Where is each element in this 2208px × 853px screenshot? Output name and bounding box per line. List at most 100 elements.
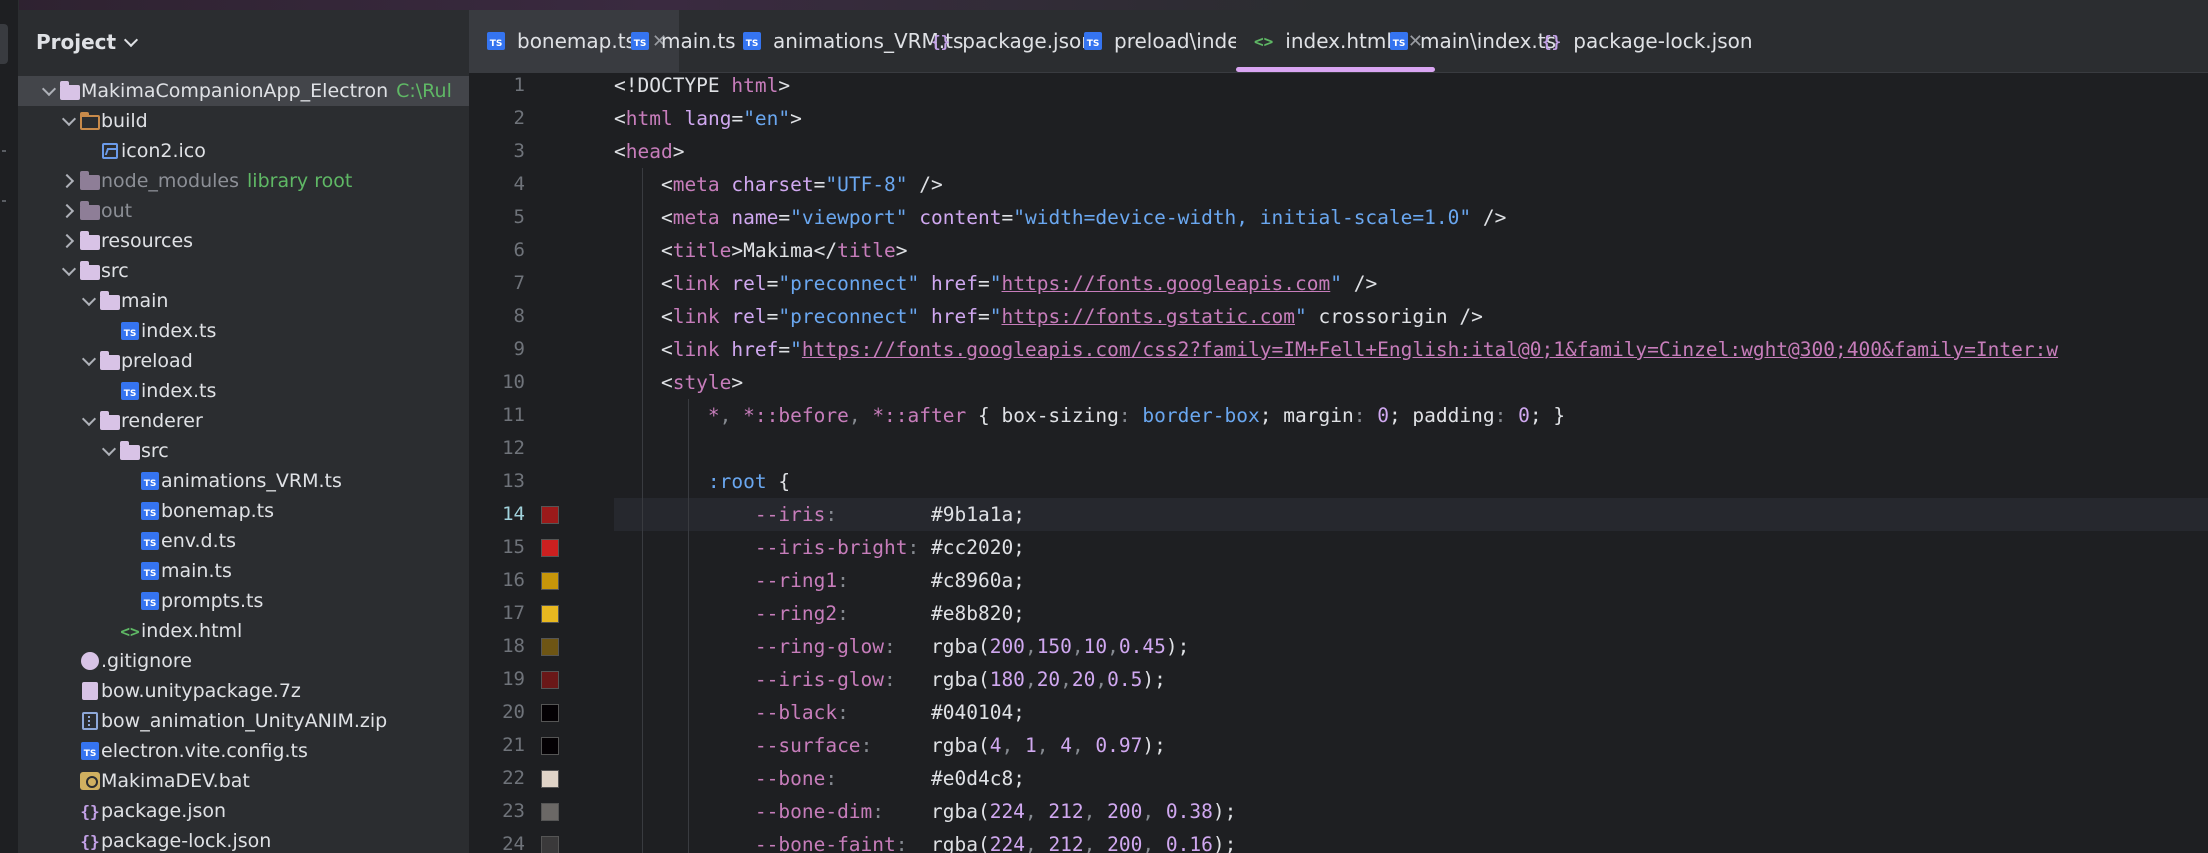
tree-item[interactable]: TS prompts.ts xyxy=(18,586,469,616)
code-line[interactable]: --ring-glow: rgba(200,150,10,0.45); xyxy=(614,630,2208,663)
tree-item[interactable]: {} package-lock.json xyxy=(18,826,469,853)
code-line[interactable]: <link rel="preconnect" href="https://fon… xyxy=(614,267,2208,300)
chevron-down-icon[interactable] xyxy=(100,442,118,460)
color-swatch[interactable] xyxy=(541,539,559,557)
code-line[interactable]: --iris-glow: rgba(180,20,20,0.5); xyxy=(614,663,2208,696)
chevron-down-icon[interactable] xyxy=(80,352,98,370)
tree-item[interactable]: build xyxy=(18,106,469,136)
code-line[interactable]: <!DOCTYPE html> xyxy=(614,73,2208,102)
code-area[interactable]: <!DOCTYPE html> <html lang="en"> <head> <m… xyxy=(614,73,2208,853)
typescript-file-icon: TS xyxy=(80,741,100,761)
tree-item[interactable]: TS env.d.ts xyxy=(18,526,469,556)
chevron-down-icon[interactable] xyxy=(80,292,98,310)
code-token: --bone xyxy=(754,767,826,790)
tree-item[interactable]: .gitignore xyxy=(18,646,469,676)
code-line[interactable]: --iris: #9b1a1a; xyxy=(614,498,2208,531)
code-token: --iris-bright xyxy=(754,536,908,559)
tree-item[interactable]: TS bonemap.ts xyxy=(18,496,469,526)
code-token: < xyxy=(614,338,673,361)
code-line[interactable]: --black: #040104; xyxy=(614,696,2208,729)
tree-item[interactable]: bow_animation_UnityANIM.zip xyxy=(18,706,469,736)
code-line[interactable]: --bone-dim: rgba(224, 212, 200, 0.38); xyxy=(614,795,2208,828)
chevron-right-icon[interactable] xyxy=(60,172,78,190)
code-token: < xyxy=(614,371,673,394)
window-top-strip xyxy=(0,0,2208,10)
gutter-line: 9 xyxy=(469,333,611,366)
code-token: rgba( xyxy=(931,833,990,853)
tree-item[interactable]: TS index.ts xyxy=(18,316,469,346)
code-line[interactable] xyxy=(614,432,2208,465)
tree-item[interactable]: {} package.json xyxy=(18,796,469,826)
chevron-down-icon[interactable] xyxy=(80,412,98,430)
tree-item[interactable]: MakimaDEV.bat xyxy=(18,766,469,796)
tree-item[interactable]: MakimaCompanionApp_Electron C:\Rul xyxy=(18,76,469,106)
tree-item[interactable]: main xyxy=(18,286,469,316)
code-line[interactable]: <link href="https://fonts.googleapis.com… xyxy=(614,333,2208,366)
code-line[interactable]: :root { xyxy=(614,465,2208,498)
tree-item[interactable]: src xyxy=(18,256,469,286)
editor-tab[interactable]: {} package-lock.json xyxy=(1524,10,1765,72)
chevron-down-icon[interactable] xyxy=(60,262,78,280)
color-swatch[interactable] xyxy=(541,704,559,722)
code-line[interactable]: --iris-bright: #cc2020; xyxy=(614,531,2208,564)
tree-item[interactable]: src xyxy=(18,436,469,466)
gutter-line: 21 xyxy=(469,729,611,762)
code-editor[interactable]: 1 2 3 4 5 6 7 8 9 10 11 12 13 14 15 16 17 18 19 20 21 22 23 24 … xyxy=(469,73,2208,853)
tree-item[interactable]: out xyxy=(18,196,469,226)
code-token: :root xyxy=(707,470,767,493)
code-line[interactable]: *, *::before, *::after { box-sizing: bor… xyxy=(614,399,2208,432)
color-swatch[interactable] xyxy=(541,803,559,821)
color-swatch[interactable] xyxy=(541,605,559,623)
chevron-down-icon[interactable] xyxy=(60,112,78,130)
tree-item[interactable]: TS index.ts xyxy=(18,376,469,406)
code-line[interactable]: --bone-faint: rgba(224, 212, 200, 0.16); xyxy=(614,828,2208,853)
tree-item[interactable]: icon2.ico xyxy=(18,136,469,166)
tree-item[interactable]: node_modules library root xyxy=(18,166,469,196)
code-line[interactable]: --bone: #e0d4c8; xyxy=(614,762,2208,795)
chevron-down-icon[interactable] xyxy=(40,82,58,100)
code-line[interactable]: <title>Makima</title> xyxy=(614,234,2208,267)
tree-item[interactable]: TS main.ts xyxy=(18,556,469,586)
code-token: , xyxy=(1024,833,1049,853)
tree-item[interactable]: <> index.html xyxy=(18,616,469,646)
code-line[interactable]: --surface: rgba(4, 1, 4, 0.97); xyxy=(614,729,2208,762)
project-header[interactable]: Project xyxy=(36,30,139,54)
color-swatch[interactable] xyxy=(541,737,559,755)
code-token: 200 xyxy=(1107,833,1143,853)
code-line[interactable]: <html lang="en"> xyxy=(614,102,2208,135)
code-line[interactable]: <meta name="viewport" content="width=dev… xyxy=(614,201,2208,234)
code-line[interactable]: <style> xyxy=(614,366,2208,399)
code-line[interactable]: --ring1: #c8960a; xyxy=(614,564,2208,597)
tree-item[interactable]: renderer xyxy=(18,406,469,436)
chevron-right-icon[interactable] xyxy=(60,232,78,250)
code-token: https://fonts.gstatic.com xyxy=(1001,305,1296,328)
code-line[interactable]: <head> xyxy=(614,135,2208,168)
color-swatch[interactable] xyxy=(541,638,559,656)
color-swatch[interactable] xyxy=(541,671,559,689)
tree-item[interactable]: preload xyxy=(18,346,469,376)
color-swatch[interactable] xyxy=(541,770,559,788)
tree-item-label: index.ts xyxy=(141,320,217,342)
tree-item[interactable]: TS electron.vite.config.ts xyxy=(18,736,469,766)
code-token: rgba( xyxy=(931,668,990,691)
line-number: 23 xyxy=(502,800,525,822)
gutter-line: 23 xyxy=(469,795,611,828)
color-swatch[interactable] xyxy=(541,572,559,590)
tree-item[interactable]: resources xyxy=(18,226,469,256)
chevron-down-icon[interactable] xyxy=(124,32,139,47)
chevron-right-icon[interactable] xyxy=(60,202,78,220)
tree-item[interactable]: bow.unitypackage.7z xyxy=(18,676,469,706)
project-tool-button[interactable] xyxy=(0,24,8,64)
code-token: 200 xyxy=(989,635,1025,658)
code-line[interactable]: <meta charset="UTF-8" /> xyxy=(614,168,2208,201)
color-swatch[interactable] xyxy=(541,506,559,524)
tree-item-label: MakimaDEV.bat xyxy=(101,770,250,792)
color-swatch[interactable] xyxy=(541,836,559,853)
line-number: 11 xyxy=(502,404,525,426)
code-line[interactable]: --ring2: #e8b820; xyxy=(614,597,2208,630)
code-line[interactable]: <link rel="preconnect" href="https://fon… xyxy=(614,300,2208,333)
tree-item[interactable]: TS animations_VRM.ts xyxy=(18,466,469,496)
tree-item-hint: C:\Rul xyxy=(396,80,452,102)
